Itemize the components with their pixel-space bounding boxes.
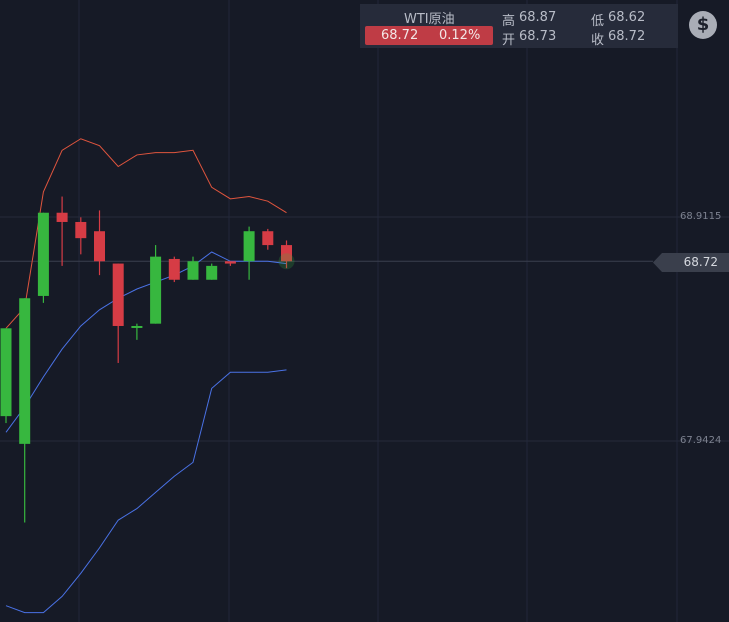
high-label: 高 [502,14,516,29]
candles [0,196,292,523]
candle-body [150,256,162,324]
price-change-badge: 68.72 0.12% [365,26,493,45]
dollar-icon[interactable]: $ [689,11,717,39]
candle-body [0,328,12,417]
close-label: 收 [591,33,605,48]
candle-body [187,261,199,280]
candle-body [168,258,180,280]
candle-body [112,263,124,326]
high-value: 68.87 [519,10,557,25]
low-value: 68.62 [608,10,646,25]
grid-lines [0,0,729,622]
candle-body [75,221,87,239]
y-axis-label: 68.9115 [680,211,722,222]
candle-body [56,212,68,222]
quote-panel: WTI原油 68.72 0.12% 高 68.87 低 68.62 开 68.7… [360,4,678,48]
change-percent: 0.12% [439,28,481,43]
candle-body [243,231,255,262]
close-value: 68.72 [608,29,646,44]
candle-body [131,325,143,328]
candle-body [262,231,274,246]
open-label: 开 [502,33,516,48]
candle-body [19,298,31,444]
candle-body [94,231,105,262]
open-value: 68.73 [519,29,557,44]
current-price-tag-label: 68.72 [683,255,718,269]
candle-body [224,261,236,264]
last-price: 68.72 [381,28,419,43]
y-axis-label: 67.9424 [680,435,722,446]
last-price-glow [278,253,295,270]
candle-body [206,265,218,280]
instrument-name: WTI原油 [404,12,455,27]
lower-band-line [5,369,287,614]
low-label: 低 [591,14,605,29]
price-chart[interactable] [0,0,729,622]
candle-body [37,212,49,296]
current-price-tag: 68.72 [653,253,729,272]
